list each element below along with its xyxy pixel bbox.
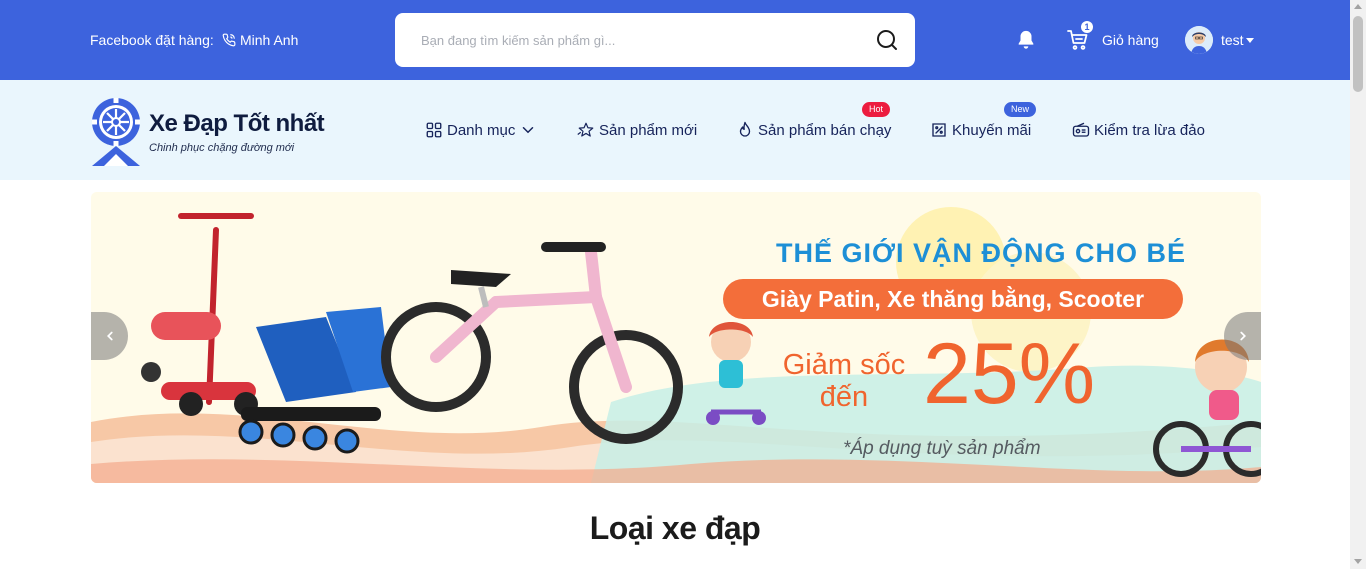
user-menu[interactable]: test bbox=[1221, 32, 1244, 48]
nav-item-fraud-check[interactable]: Kiểm tra lừa đảo bbox=[1072, 121, 1205, 139]
nav-item-best-sellers-label: Sản phẩm bán chạy bbox=[758, 121, 892, 139]
banner-sale-percent: 25% bbox=[923, 326, 1096, 422]
nav-item-new-products-label: Sản phẩm mới bbox=[599, 121, 698, 139]
nav-item-new-products[interactable]: Sản phẩm mới bbox=[577, 121, 697, 139]
promo-banner[interactable]: THẾ GIỚI VẬN ĐỘNG CHO BÉ Giày Patin, Xe … bbox=[91, 192, 1261, 483]
radio-icon bbox=[1072, 122, 1090, 137]
chevron-left-icon bbox=[106, 331, 113, 341]
search-input[interactable] bbox=[421, 30, 861, 50]
logo-icon[interactable] bbox=[90, 96, 142, 166]
nav-item-promotions-label: Khuyến mãi bbox=[952, 121, 1032, 139]
scroll-thumb[interactable] bbox=[1353, 16, 1363, 92]
nav-item-fraud-check-label: Kiểm tra lừa đảo bbox=[1094, 121, 1205, 139]
nav-item-categories-label: Danh mục bbox=[447, 121, 516, 139]
grid-icon bbox=[426, 122, 442, 138]
scroll-up-icon[interactable] bbox=[1354, 4, 1362, 9]
nav-item-promotions[interactable]: Khuyến mãi bbox=[930, 121, 1031, 139]
scroll-down-icon[interactable] bbox=[1354, 559, 1362, 564]
cart-link[interactable]: Giỏ hàng bbox=[1102, 32, 1159, 48]
banner-note: *Áp dụng tuỳ sản phẩm bbox=[843, 438, 1041, 459]
chevron-down-icon[interactable] bbox=[1246, 38, 1254, 43]
cart-count-badge: 1 bbox=[1081, 21, 1093, 33]
top-bar: Facebook đặt hàng: Minh Anh 1 Giỏ hàng t… bbox=[0, 0, 1350, 80]
user-avatar-icon bbox=[1185, 26, 1213, 54]
search-icon[interactable] bbox=[875, 28, 899, 52]
avatar[interactable] bbox=[1185, 26, 1213, 54]
star-icon bbox=[577, 122, 594, 137]
page: Facebook đặt hàng: Minh Anh 1 Giỏ hàng t… bbox=[0, 0, 1366, 569]
section-title: Loại xe đạp bbox=[589, 510, 761, 546]
hot-badge: Hot bbox=[862, 102, 891, 117]
chevron-down-icon bbox=[523, 127, 534, 134]
chevron-right-icon bbox=[1239, 331, 1246, 341]
new-badge: New bbox=[1004, 102, 1037, 117]
banner-sale-label: Giảm sốc đến bbox=[782, 349, 906, 413]
main-nav: Xe Đạp Tốt nhất Chinh phục chặng đường m… bbox=[0, 80, 1350, 180]
search-box bbox=[395, 13, 915, 67]
banner-title: THẾ GIỚI VẬN ĐỘNG CHO BÉ bbox=[776, 238, 1187, 268]
page-scrollbar[interactable] bbox=[1350, 0, 1366, 569]
bell-icon[interactable] bbox=[1015, 29, 1037, 51]
flame-icon bbox=[739, 121, 751, 137]
brand-tagline: Chinh phục chặng đường mới bbox=[149, 142, 295, 154]
banner-subtitle: Giày Patin, Xe thăng bằng, Scooter bbox=[723, 279, 1183, 319]
brand-name[interactable]: Xe Đạp Tốt nhất bbox=[149, 110, 325, 138]
phone-icon bbox=[222, 33, 236, 47]
phone-contact-link[interactable]: Minh Anh bbox=[222, 32, 298, 48]
nav-item-categories[interactable]: Danh mục bbox=[425, 121, 537, 139]
phone-contact-label: Minh Anh bbox=[240, 32, 299, 48]
nav-item-best-sellers[interactable]: Sản phẩm bán chạy bbox=[736, 121, 891, 139]
discount-icon bbox=[932, 123, 946, 137]
facebook-order-label: Facebook đặt hàng: bbox=[90, 32, 214, 48]
